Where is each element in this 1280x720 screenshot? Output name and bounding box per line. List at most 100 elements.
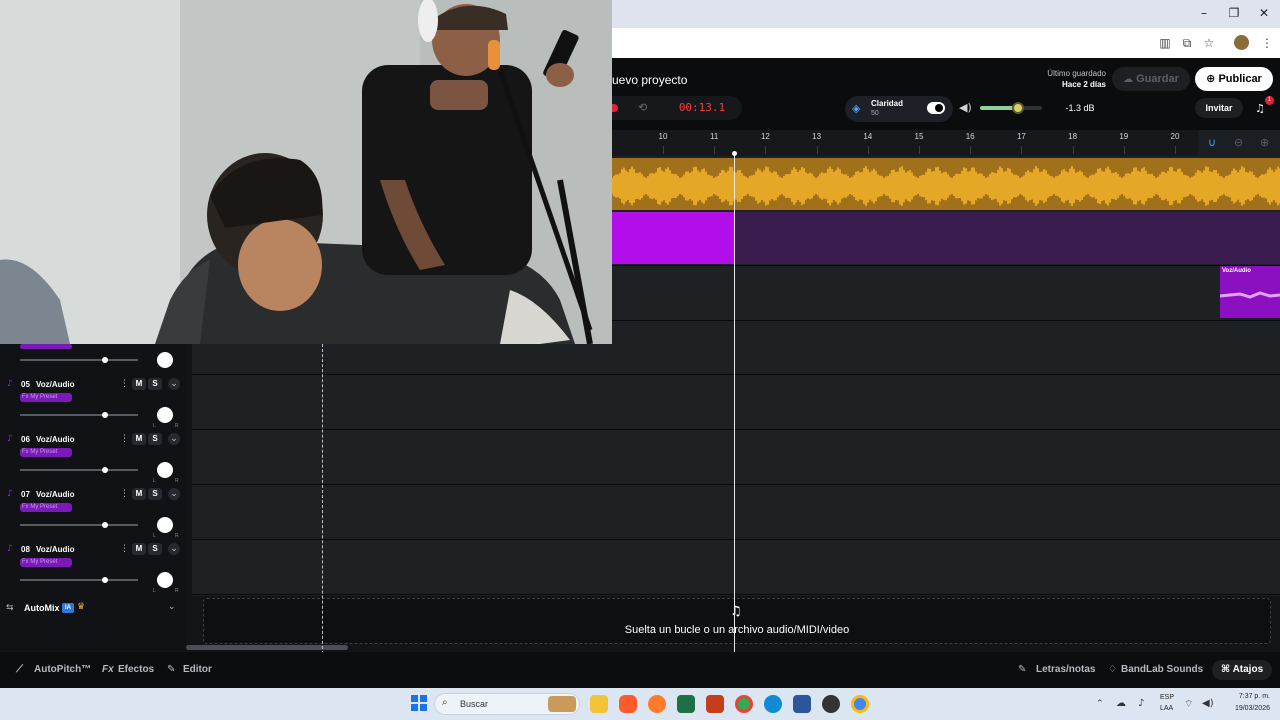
minimize-icon[interactable]: –: [1194, 6, 1214, 22]
zoom-out-icon[interactable]: ⊖: [1234, 136, 1243, 149]
pan-knob[interactable]: [157, 462, 173, 478]
profile-avatar[interactable]: [1234, 35, 1249, 50]
chrome-profile-icon[interactable]: [851, 695, 869, 713]
solo-button[interactable]: S: [148, 543, 162, 555]
firefox-icon[interactable]: [648, 695, 666, 713]
track-number: 06: [21, 435, 30, 444]
pan-knob[interactable]: [157, 572, 173, 588]
clock-date[interactable]: 19/03/2026: [1224, 705, 1270, 712]
file-explorer-icon[interactable]: [590, 695, 608, 713]
project-title[interactable]: uevo proyecto: [612, 73, 687, 87]
tray-chevron-icon[interactable]: ⌃: [1096, 699, 1104, 709]
chevron-down-icon[interactable]: ⌄: [168, 488, 180, 500]
pan-knob[interactable]: [157, 352, 173, 368]
track-name[interactable]: Voz/Audio: [36, 490, 75, 499]
volume-fader[interactable]: [20, 524, 138, 526]
reading-mode-icon[interactable]: ▥: [1156, 34, 1174, 52]
volume-icon[interactable]: ◀): [1202, 698, 1214, 709]
language-indicator[interactable]: ESP: [1160, 694, 1174, 701]
volume-fader[interactable]: [20, 359, 138, 361]
excel-icon[interactable]: [677, 695, 695, 713]
edge-icon[interactable]: [764, 695, 782, 713]
cloud-icon: ☁: [1123, 74, 1134, 85]
restore-icon[interactable]: ❐: [1224, 6, 1244, 22]
bell-icon[interactable]: ♫: [1255, 102, 1265, 115]
track-menu-icon[interactable]: ⋮: [120, 489, 129, 499]
track-grid[interactable]: [192, 344, 1280, 596]
invite-button[interactable]: Invitar: [1195, 98, 1243, 118]
fader-knob[interactable]: [102, 467, 108, 473]
mute-button[interactable]: M: [132, 488, 146, 500]
speaker-icon[interactable]: ◀): [959, 101, 972, 114]
pan-knob[interactable]: [157, 407, 173, 423]
microphone-icon: ♪: [7, 489, 13, 499]
solo-button[interactable]: S: [148, 378, 162, 390]
zoom-in-icon[interactable]: ⊕: [1260, 136, 1269, 149]
shortcuts-button[interactable]: ⌘ Atajos: [1212, 660, 1272, 680]
mute-button[interactable]: M: [132, 433, 146, 445]
clock-time[interactable]: 7:37 p. m.: [1224, 693, 1270, 700]
track-menu-icon[interactable]: ⋮: [120, 434, 129, 444]
loop-icon[interactable]: ⟲: [638, 101, 647, 114]
close-icon[interactable]: ✕: [1254, 6, 1274, 22]
ruler-bar-number: 16: [965, 132, 975, 141]
obs-icon[interactable]: [822, 695, 840, 713]
track-name[interactable]: Voz/Audio: [36, 435, 75, 444]
chrome-icon[interactable]: [735, 695, 753, 713]
browser-menu-icon[interactable]: ⋮: [1258, 34, 1276, 52]
publish-button[interactable]: ⊕ Publicar: [1195, 67, 1273, 91]
chevron-down-icon[interactable]: ⌄: [168, 378, 180, 390]
fx-preset-chip[interactable]: Fx My Preset: [20, 448, 72, 457]
onedrive-icon[interactable]: ☁: [1116, 698, 1126, 709]
volume-fader[interactable]: [20, 579, 138, 581]
keyboard-layout[interactable]: LAA: [1160, 705, 1173, 712]
bandlab-sounds-button[interactable]: BandLab Sounds: [1121, 664, 1203, 675]
search-highlight-image: [548, 696, 576, 712]
editor-button[interactable]: Editor: [183, 664, 212, 675]
network-icon[interactable]: ⌔: [1184, 698, 1193, 711]
clarity-toggle[interactable]: [927, 102, 945, 114]
volume-fader[interactable]: [20, 414, 138, 416]
crown-icon: ♛: [77, 602, 86, 612]
pan-knob[interactable]: [157, 517, 173, 533]
fx-preset-chip[interactable]: Fx My Preset: [20, 503, 72, 512]
track-menu-icon[interactable]: ⋮: [120, 544, 129, 554]
effects-button[interactable]: Efectos: [118, 664, 154, 675]
powerpoint-icon[interactable]: [706, 695, 724, 713]
lane-divider: [192, 374, 1280, 375]
solo-button[interactable]: S: [148, 488, 162, 500]
chevron-down-icon[interactable]: ⌄: [168, 433, 180, 445]
windows-start-icon[interactable]: [411, 695, 427, 711]
fader-knob[interactable]: [102, 412, 108, 418]
midi-clip-region[interactable]: [735, 212, 1280, 264]
fader-knob[interactable]: [102, 522, 108, 528]
magnet-icon[interactable]: ∪: [1208, 136, 1216, 149]
track-name[interactable]: Voz/Audio: [36, 545, 75, 554]
lyrics-button[interactable]: Letras/notas: [1036, 664, 1095, 675]
mute-button[interactable]: M: [132, 378, 146, 390]
mute-button[interactable]: M: [132, 543, 146, 555]
fx-preset-chip[interactable]: Fx My Preset: [20, 393, 72, 402]
track-menu-icon[interactable]: ⋮: [120, 379, 129, 389]
fx-preset-chip[interactable]: Fx My Preset: [20, 558, 72, 567]
playhead-handle[interactable]: [732, 151, 737, 156]
install-app-icon[interactable]: ⧉: [1178, 34, 1196, 52]
save-button[interactable]: ☁ Guardar: [1112, 67, 1190, 91]
solo-button[interactable]: S: [148, 433, 162, 445]
playhead[interactable]: [734, 152, 735, 652]
microphone-icon[interactable]: ♪: [1138, 698, 1144, 709]
midi-clip-active[interactable]: [612, 212, 735, 264]
fader-knob[interactable]: [102, 577, 108, 583]
track-name[interactable]: Voz/Audio: [36, 380, 75, 389]
fader-knob[interactable]: [102, 357, 108, 363]
chevron-down-icon[interactable]: ⌄: [168, 602, 176, 612]
volume-fader[interactable]: [20, 469, 138, 471]
word-icon[interactable]: [793, 695, 811, 713]
chevron-down-icon[interactable]: ⌄: [168, 543, 180, 555]
bookmark-star-icon[interactable]: ☆: [1200, 34, 1218, 52]
autopitch-button[interactable]: AutoPitch™: [34, 664, 91, 675]
lane-divider: [612, 265, 1280, 266]
horizontal-scrollbar[interactable]: [186, 645, 348, 650]
brave-icon[interactable]: [619, 695, 637, 713]
lyrics-icon: ✎: [1018, 664, 1027, 675]
